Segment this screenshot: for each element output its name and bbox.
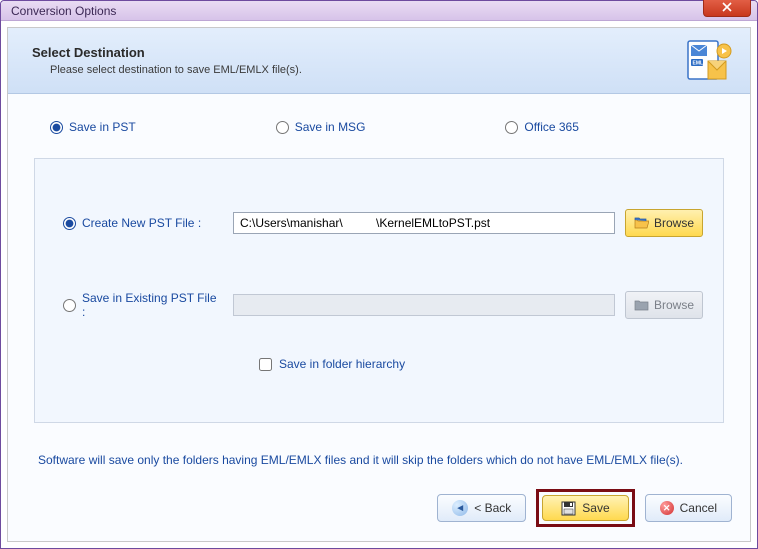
footer-note: Software will save only the folders havi… — [38, 453, 724, 467]
body: Save in PST Save in MSG Office 365 Creat… — [8, 94, 750, 477]
svg-text:EML: EML — [693, 60, 704, 66]
browse-existing-label: Browse — [654, 298, 694, 312]
radio-save-in-pst[interactable]: Save in PST — [50, 120, 136, 134]
save-button-label: Save — [582, 501, 609, 515]
create-new-row: Create New PST File : Browse — [63, 209, 703, 237]
folder-icon — [634, 299, 649, 311]
folder-open-icon — [634, 217, 649, 229]
save-icon — [561, 501, 576, 516]
radio-save-in-msg-input[interactable] — [276, 121, 289, 134]
arrow-left-icon: ◄ — [452, 500, 468, 516]
hierarchy-checkbox-label: Save in folder hierarchy — [279, 357, 405, 371]
cancel-icon: ✕ — [660, 501, 674, 515]
radio-office-365[interactable]: Office 365 — [505, 120, 578, 134]
browse-new-pst-button[interactable]: Browse — [625, 209, 703, 237]
radio-office-365-label: Office 365 — [524, 120, 578, 134]
radio-existing-pst-label: Save in Existing PST File : — [82, 291, 223, 319]
radio-office-365-input[interactable] — [505, 121, 518, 134]
existing-row: Save in Existing PST File : Browse — [63, 291, 703, 319]
radio-existing-pst-input[interactable] — [63, 299, 76, 312]
button-row: ◄ < Back Save ✕ Cancel — [8, 477, 750, 541]
banner-subtitle: Please select destination to save EML/EM… — [50, 64, 302, 76]
window-title: Conversion Options — [11, 4, 116, 18]
hierarchy-checkbox-input[interactable] — [259, 358, 272, 371]
radio-create-new-pst[interactable]: Create New PST File : — [63, 216, 223, 230]
back-button-label: < Back — [474, 501, 511, 515]
radio-create-new-pst-input[interactable] — [63, 217, 76, 230]
radio-create-new-pst-label: Create New PST File : — [82, 216, 201, 230]
format-radio-group: Save in PST Save in MSG Office 365 — [50, 120, 724, 158]
hierarchy-checkbox[interactable]: Save in folder hierarchy — [259, 357, 703, 371]
save-button[interactable]: Save — [542, 495, 628, 521]
radio-save-in-msg-label: Save in MSG — [295, 120, 366, 134]
titlebar: Conversion Options — [1, 1, 757, 21]
existing-pst-path-input — [233, 294, 615, 316]
conversion-options-window: Conversion Options Select Destination Pl… — [0, 0, 758, 549]
cancel-button[interactable]: ✕ Cancel — [645, 494, 732, 522]
new-pst-path-input[interactable] — [233, 212, 615, 234]
pst-options-panel: Create New PST File : Browse Save — [34, 158, 724, 423]
radio-save-in-pst-input[interactable] — [50, 121, 63, 134]
eml-file-icon: EML — [686, 39, 732, 83]
radio-existing-pst[interactable]: Save in Existing PST File : — [63, 291, 223, 319]
browse-existing-pst-button: Browse — [625, 291, 703, 319]
banner-title: Select Destination — [32, 45, 302, 60]
radio-save-in-pst-label: Save in PST — [69, 120, 136, 134]
save-highlight: Save — [536, 489, 634, 527]
radio-save-in-msg[interactable]: Save in MSG — [276, 120, 366, 134]
browse-new-label: Browse — [654, 216, 694, 230]
back-button[interactable]: ◄ < Back — [437, 494, 526, 522]
banner: Select Destination Please select destina… — [8, 28, 750, 94]
close-button[interactable] — [703, 0, 751, 17]
cancel-button-label: Cancel — [680, 501, 717, 515]
client-area: Select Destination Please select destina… — [7, 27, 751, 542]
close-icon — [722, 2, 732, 12]
